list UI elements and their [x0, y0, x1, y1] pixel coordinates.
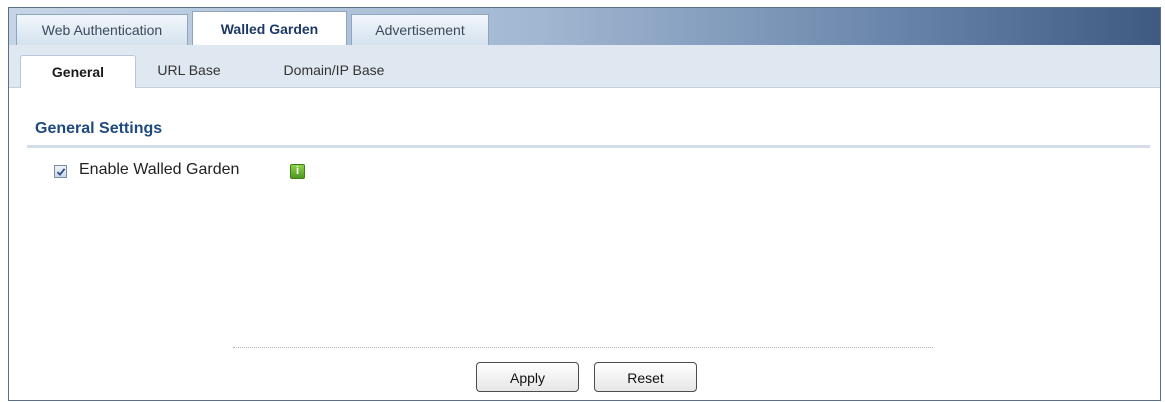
section-divider — [27, 145, 1150, 148]
top-tab-bar: Web Authentication Walled Garden Adverti… — [9, 8, 1160, 45]
walled-garden-panel: Web Authentication Walled Garden Adverti… — [8, 7, 1161, 401]
enable-walled-garden-checkbox[interactable] — [54, 165, 67, 178]
enable-walled-garden-label: Enable Walled Garden — [79, 161, 240, 178]
info-icon[interactable]: i — [290, 164, 305, 179]
apply-button[interactable]: Apply — [476, 362, 579, 392]
subtab-url-base[interactable]: URL Base — [149, 56, 229, 87]
tab-walled-garden[interactable]: Walled Garden — [192, 11, 347, 45]
sub-tab-bar: General URL Base Domain/IP Base — [9, 45, 1160, 88]
subtab-domain-ip-base[interactable]: Domain/IP Base — [269, 56, 399, 87]
checkmark-icon — [56, 168, 66, 176]
section-title: General Settings — [35, 120, 163, 137]
subtab-general[interactable]: General — [20, 55, 136, 88]
tab-advertisement[interactable]: Advertisement — [351, 14, 489, 45]
reset-button[interactable]: Reset — [594, 362, 697, 392]
button-divider — [233, 347, 933, 348]
tab-web-authentication[interactable]: Web Authentication — [16, 14, 188, 45]
